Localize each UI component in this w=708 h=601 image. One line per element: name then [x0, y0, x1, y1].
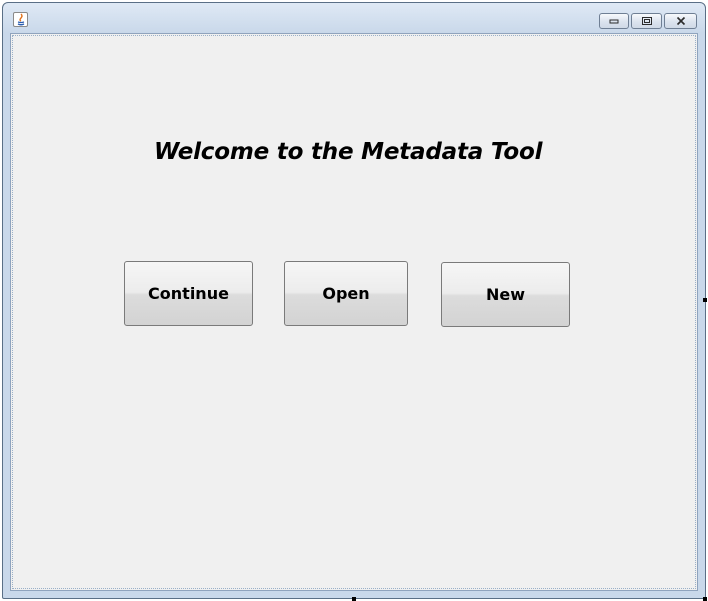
open-button[interactable]: Open	[284, 261, 408, 326]
app-window: Welcome to the Metadata Tool Continue Op…	[2, 2, 706, 599]
new-button[interactable]: New	[441, 262, 570, 327]
continue-button[interactable]: Continue	[124, 261, 253, 326]
title-bar[interactable]	[3, 3, 705, 33]
close-icon	[676, 16, 685, 26]
java-app-icon	[13, 12, 28, 27]
resize-handle-bottom[interactable]	[352, 597, 356, 601]
minimize-button[interactable]	[599, 13, 629, 29]
close-button[interactable]	[664, 13, 697, 29]
maximize-icon	[641, 17, 652, 25]
welcome-title: Welcome to the Metadata Tool	[154, 139, 543, 165]
resize-handle-right[interactable]	[703, 298, 707, 302]
resize-handle-corner[interactable]	[703, 597, 707, 601]
content-pane: Welcome to the Metadata Tool Continue Op…	[10, 33, 698, 591]
minimize-icon	[609, 19, 619, 24]
maximize-button[interactable]	[631, 13, 662, 29]
